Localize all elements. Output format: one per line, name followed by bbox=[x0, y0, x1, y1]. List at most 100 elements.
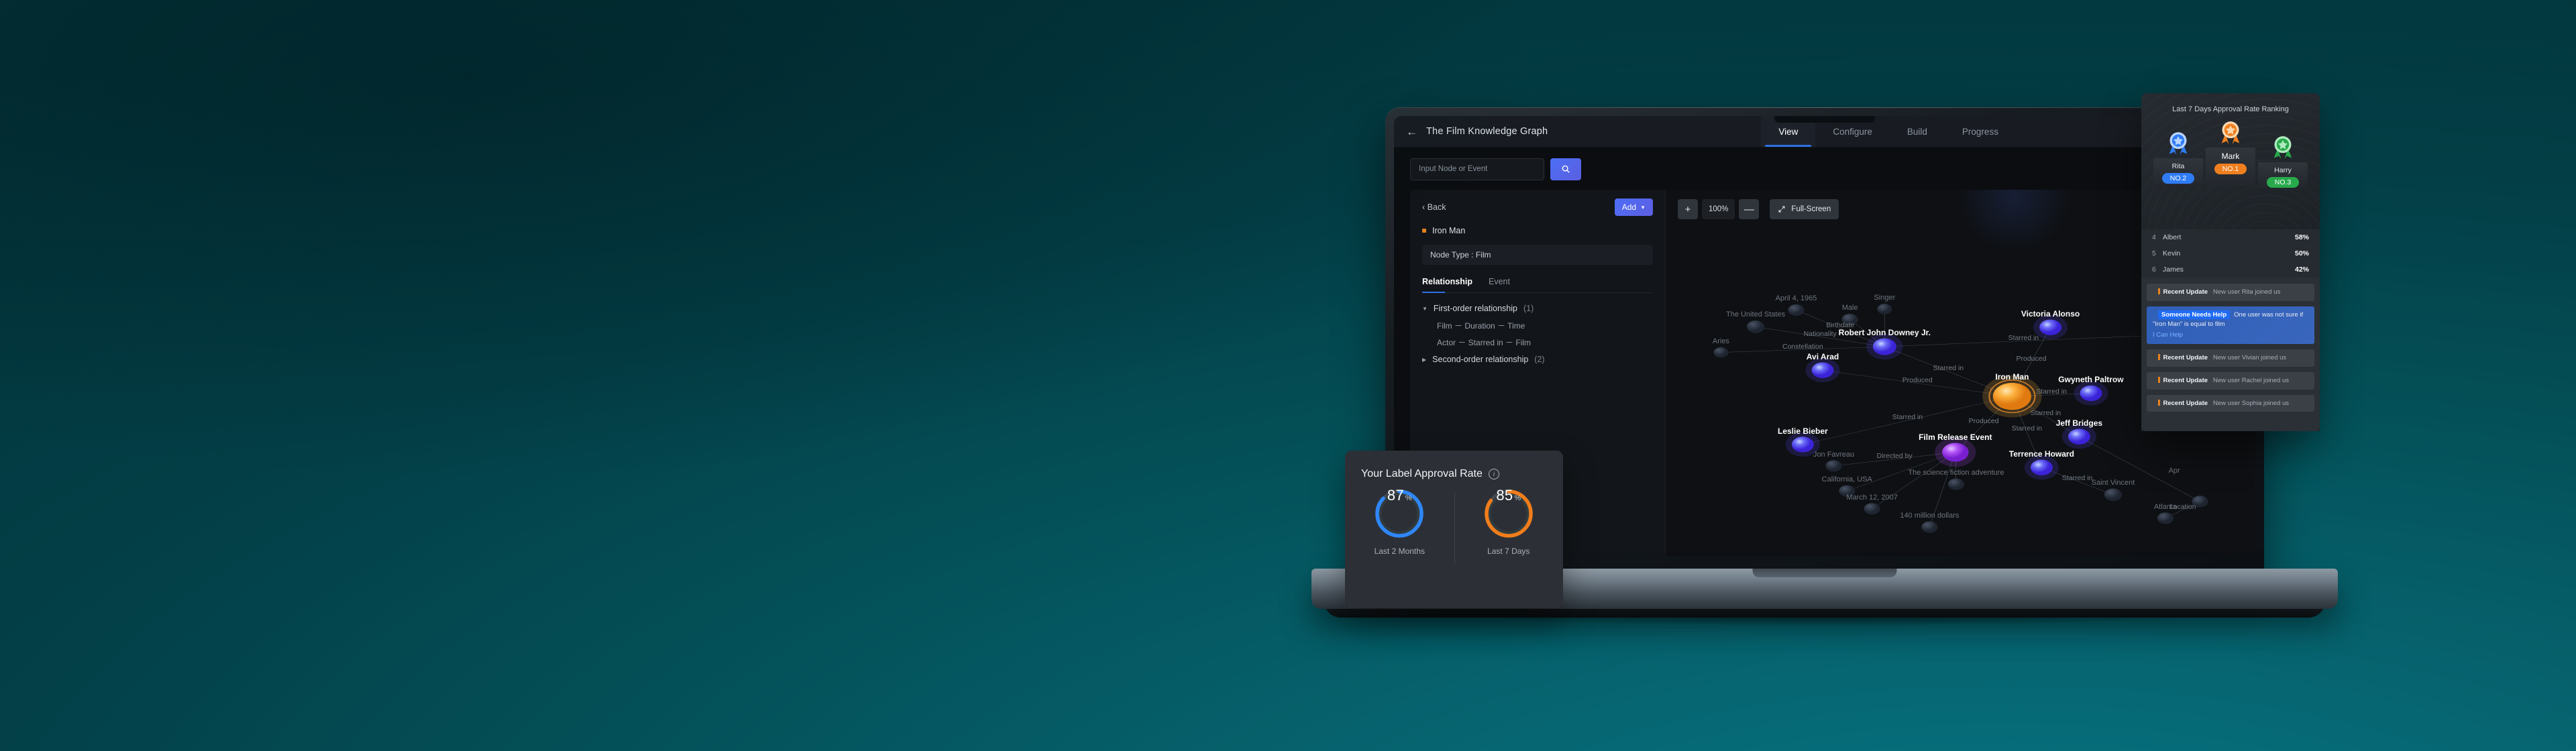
subtab-relationship[interactable]: Relationship bbox=[1422, 277, 1472, 293]
podium-name: Rita bbox=[2171, 162, 2185, 170]
podium-name: Harry bbox=[2274, 166, 2292, 174]
graph-edge-label: Nationality bbox=[1803, 329, 1837, 338]
graph-node-label[interactable]: Atlanta bbox=[2154, 503, 2177, 511]
graph-node-label[interactable]: 140 million dollars bbox=[1900, 512, 1959, 520]
approval-metric: 87% Last 2 Months bbox=[1373, 487, 1426, 556]
graph-edge-label: Birthdate bbox=[1826, 321, 1855, 330]
graph-node-label[interactable]: Saint Vincent bbox=[2092, 479, 2135, 487]
graph-node-label[interactable]: Terrence Howard bbox=[2009, 449, 2074, 459]
add-button[interactable]: Add ▼ bbox=[1614, 198, 1653, 216]
approval-metric: 85% Last 7 Days bbox=[1482, 487, 1536, 556]
graph-node-label[interactable]: Jeff Bridges bbox=[2056, 418, 2102, 428]
graph-canvas[interactable]: + 100% — Full-Screen Iron Man Robert Joh… bbox=[1665, 190, 2255, 556]
subtab-event[interactable]: Event bbox=[1489, 277, 1510, 292]
approval-period-label: Last 7 Days bbox=[1487, 546, 1530, 556]
fullscreen-button[interactable]: Full-Screen bbox=[1770, 199, 1839, 219]
podium-entry-2[interactable]: Rita NO.2 bbox=[2153, 129, 2203, 186]
update-tag: Recent Update bbox=[2163, 354, 2208, 362]
search-button[interactable] bbox=[1550, 158, 1581, 180]
rank-percent: 58% bbox=[2294, 233, 2309, 241]
tab-progress[interactable]: Progress bbox=[1945, 116, 2016, 147]
application-window: ← The Film Knowledge Graph View Configur… bbox=[1394, 116, 2255, 556]
graph-node-label[interactable]: Avi Arad bbox=[1807, 352, 1839, 361]
podium-entry-1[interactable]: Mark NO.1 bbox=[2206, 119, 2255, 186]
group-count: (2) bbox=[1534, 355, 1545, 364]
graph-node-label[interactable]: Leslie Bieber bbox=[1778, 426, 1828, 436]
podium-block: Mark NO.1 bbox=[2206, 148, 2255, 186]
graph-node-label[interactable]: Aven bbox=[2154, 318, 2171, 326]
graph-node-label[interactable]: Gwyneth Paltrow bbox=[2058, 375, 2123, 384]
graph-node-label[interactable]: Victoria Alonso bbox=[2021, 309, 2080, 319]
sidebar-back-button[interactable]: ‹ Back bbox=[1422, 203, 1446, 212]
laptop-base bbox=[1311, 569, 2338, 609]
ranking-title: Last 7 Days Approval Rate Ranking bbox=[2172, 105, 2289, 113]
podium-badge: NO.2 bbox=[2161, 173, 2195, 184]
ranking-row[interactable]: 6 James 42% bbox=[2141, 262, 2320, 278]
graph-node-label[interactable]: Aries bbox=[1713, 337, 1729, 345]
graph-node-label[interactable]: The United States bbox=[1726, 310, 1785, 319]
screen-notch bbox=[1774, 116, 1875, 123]
rank-name: James bbox=[2163, 266, 2184, 274]
approval-value: 87 bbox=[1387, 487, 1404, 504]
triangle-right-icon: ▶ bbox=[1422, 356, 1427, 363]
update-text: New user Sophia joined us bbox=[2213, 399, 2290, 407]
graph-edge-label: Produced bbox=[1902, 376, 1933, 384]
laptop-foot bbox=[1324, 600, 2326, 618]
approval-card-title: Your Label Approval Rate i bbox=[1345, 451, 1563, 480]
ranking-row[interactable]: 4 Albert 58% bbox=[2141, 229, 2320, 245]
relationship-group-second[interactable]: ▶ Second-order relationship (2) bbox=[1422, 355, 1653, 364]
chevron-down-icon: ▼ bbox=[1640, 204, 1646, 211]
graph-edge-label: Produced bbox=[1968, 417, 1999, 426]
rank-number: 5 bbox=[2152, 249, 2156, 257]
graph-node-label[interactable]: Singer bbox=[1874, 294, 1895, 302]
rank-name: Kevin bbox=[2163, 249, 2181, 257]
search-row: Input Node or Event bbox=[1394, 148, 2255, 190]
graph-node-label[interactable]: March 12, 2007 bbox=[1846, 494, 1897, 502]
podium-entry-3[interactable]: Harry NO.3 bbox=[2258, 133, 2308, 188]
zoom-out-button[interactable]: — bbox=[1739, 199, 1760, 219]
notification-help[interactable]: Someone Needs Help One user was not sure … bbox=[2147, 306, 2314, 345]
graph-edge-label: Constellation bbox=[1782, 342, 1823, 351]
background: ← The Film Knowledge Graph View Configur… bbox=[0, 0, 2576, 751]
laptop-screen: ← The Film Knowledge Graph View Configur… bbox=[1394, 116, 2255, 556]
graph-node-label[interactable]: Robert John Downey Jr. bbox=[1839, 328, 1931, 337]
graph-node-label[interactable]: California, USA bbox=[1822, 475, 1872, 483]
notification-update: Recent Update New user Vivian joined us bbox=[2147, 349, 2314, 367]
accent-bar-icon bbox=[2158, 399, 2160, 406]
graph-edge-label: Starred in bbox=[2061, 473, 2093, 482]
ranking-panel-shadow bbox=[2141, 93, 2320, 431]
ranking-row[interactable]: 5 Kevin 50% bbox=[2141, 245, 2320, 262]
info-icon[interactable]: i bbox=[1488, 469, 1499, 479]
graph-node-label[interactable]: Male bbox=[1842, 304, 1858, 312]
add-button-label: Add bbox=[1621, 203, 1637, 212]
relationship-item[interactable]: Film － Duration － Time bbox=[1437, 320, 1653, 331]
graph-node-label[interactable]: Jon Favreau bbox=[1813, 451, 1854, 459]
graph-node-label[interactable]: Film Release Event bbox=[1919, 432, 1992, 442]
notification-update: Recent Update New user Rachel joined us bbox=[2147, 371, 2314, 390]
knowledge-graph[interactable]: Iron Man Robert John Downey Jr. Avi Arad Vi… bbox=[1666, 190, 2255, 556]
relationship-group-first[interactable]: ▼ First-order relationship (1) bbox=[1422, 304, 1653, 313]
update-text: New user Vivian joined us bbox=[2213, 354, 2287, 362]
graph-edge-label: Starred in bbox=[2030, 409, 2061, 418]
selected-node-name: Iron Man bbox=[1422, 226, 1653, 235]
help-text: One user was not sure if "Iron Man" is e… bbox=[2153, 310, 2304, 328]
graph-node-label[interactable]: The science fiction adventure bbox=[1908, 469, 2004, 477]
rank-number: 6 bbox=[2152, 266, 2156, 274]
accent-bar-icon bbox=[2158, 354, 2160, 361]
update-text: New user Rachel joined us bbox=[2213, 376, 2290, 384]
approval-unit: % bbox=[1405, 494, 1412, 502]
graph-node-label[interactable]: April 4, 1965 bbox=[1776, 294, 1817, 302]
tab-build[interactable]: Build bbox=[1890, 116, 1945, 147]
i-can-help-link[interactable]: I Can Help bbox=[2153, 331, 2308, 340]
graph-node-label[interactable]: Apr bbox=[2169, 467, 2180, 475]
relationship-item[interactable]: Actor － Starred in － Film bbox=[1437, 337, 1653, 348]
search-input[interactable]: Input Node or Event bbox=[1410, 158, 1544, 180]
notification-list: Recent Update New user Rita joined us Some… bbox=[2141, 278, 2320, 431]
zoom-in-button[interactable]: + bbox=[1678, 199, 1698, 219]
graph-node-label[interactable]: Iron Man bbox=[1995, 372, 2029, 382]
sidebar-toolbar: ‹ Back Add ▼ bbox=[1422, 190, 1653, 225]
app-body: ‹ Back Add ▼ Iron Man Node Type: Film R… bbox=[1410, 190, 2255, 556]
podium-block: Harry NO.3 bbox=[2258, 162, 2308, 188]
arrow-left-icon[interactable]: ← bbox=[1406, 126, 1417, 137]
chevron-left-icon: ‹ bbox=[1422, 203, 1426, 212]
